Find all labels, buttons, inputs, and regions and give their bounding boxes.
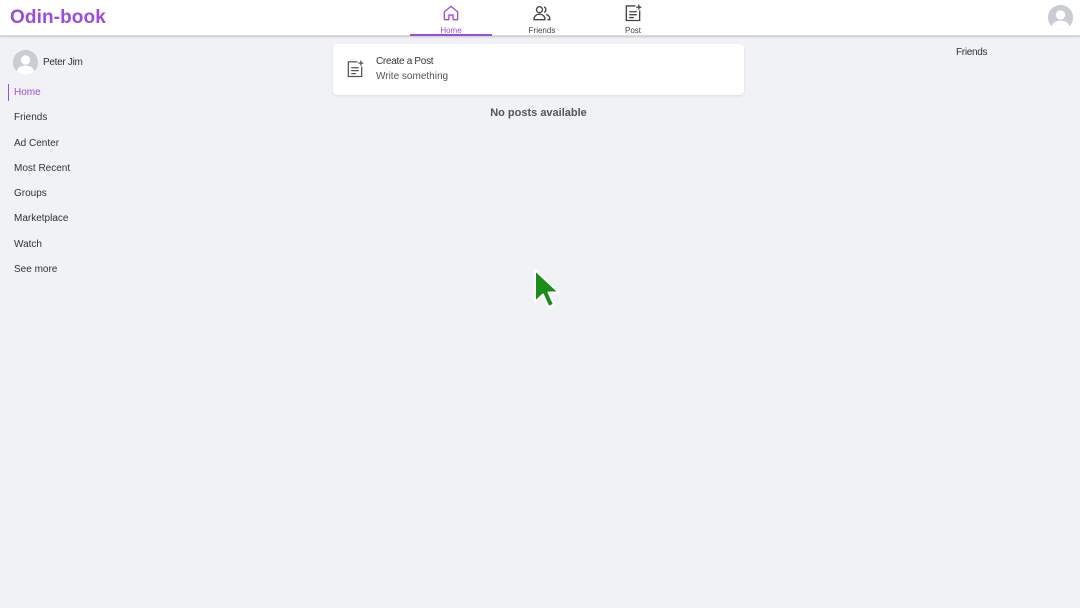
- sidebar-item-friends[interactable]: Friends: [8, 109, 70, 134]
- sidebar-nav: Home Friends Ad Center Most Recent Group…: [8, 84, 70, 286]
- friends-panel-heading: Friends: [956, 47, 988, 58]
- sidebar-item-home[interactable]: Home: [8, 84, 70, 101]
- tab-post[interactable]: Post: [592, 0, 674, 36]
- sidebar-item-see-more[interactable]: See more: [8, 261, 70, 286]
- tab-post-label: Post: [624, 26, 641, 35]
- create-post-card[interactable]: Create a Post Write something: [333, 44, 744, 95]
- create-post-subtitle: Write something: [376, 71, 449, 82]
- home-icon: [443, 5, 459, 21]
- empty-feed-message: No posts available: [490, 107, 587, 119]
- sidebar-item-marketplace[interactable]: Marketplace: [8, 210, 70, 235]
- sidebar-item-most-recent[interactable]: Most Recent: [8, 160, 70, 185]
- tab-home[interactable]: Home: [410, 0, 492, 36]
- top-bar: Odin-book Home Friends Post: [0, 0, 1080, 36]
- profile-name: Peter Jim: [43, 57, 83, 68]
- account-avatar[interactable]: [1048, 5, 1073, 30]
- create-post-title: Create a Post: [376, 56, 434, 67]
- sidebar-item-groups[interactable]: Groups: [8, 185, 70, 210]
- brand-logo[interactable]: Odin-book: [10, 7, 106, 29]
- mouse-pointer-icon: [534, 269, 560, 308]
- profile-link[interactable]: Peter Jim: [13, 50, 83, 75]
- sidebar-item-ad-center[interactable]: Ad Center: [8, 135, 70, 160]
- tab-home-label: Home: [440, 26, 462, 35]
- sidebar-item-watch[interactable]: Watch: [8, 236, 70, 261]
- user-avatar-icon: [13, 50, 38, 75]
- post-icon: [625, 4, 642, 22]
- avatar: [13, 50, 38, 75]
- tab-friends-label: Friends: [528, 26, 556, 35]
- friends-icon: [533, 6, 551, 21]
- tab-friends[interactable]: Friends: [501, 0, 583, 36]
- post-icon: [347, 60, 364, 78]
- user-avatar-icon: [1048, 5, 1073, 30]
